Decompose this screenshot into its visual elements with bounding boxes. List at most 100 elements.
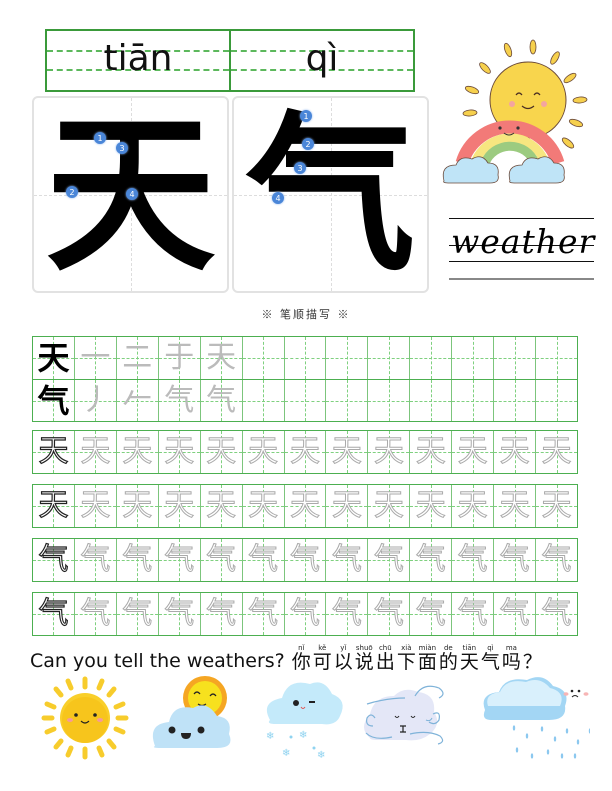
- grid-cell[interactable]: [283, 380, 326, 421]
- grid-cell[interactable]: 天: [283, 485, 326, 527]
- grid-cell[interactable]: 天: [409, 485, 452, 527]
- grid-character: 气: [415, 596, 446, 631]
- grid-cell[interactable]: 丿: [73, 380, 116, 421]
- snowy-icon: ❄ ❄ ❄ ❄: [266, 682, 343, 761]
- pinyin-header: tiān qì: [45, 29, 415, 92]
- grid-cell[interactable]: 天: [115, 431, 158, 473]
- grid-cell[interactable]: [325, 380, 368, 421]
- grid-cell[interactable]: 气: [115, 539, 158, 581]
- trace-row-qi: 气气气气气气气气气气气气气: [32, 592, 578, 636]
- grid-cell[interactable]: 气: [199, 539, 242, 581]
- ruby-word: nǐ 你: [292, 644, 311, 672]
- grid-cell[interactable]: 天: [451, 431, 494, 473]
- stroke-number-badge: 1: [94, 132, 106, 144]
- grid-cell[interactable]: [283, 337, 326, 379]
- grid-cell[interactable]: [241, 380, 284, 421]
- grid-cell[interactable]: 气: [493, 593, 536, 635]
- stroke-number-badge: 1: [300, 110, 312, 122]
- grid-cell[interactable]: 气: [325, 539, 368, 581]
- grid-cell[interactable]: 天: [409, 431, 452, 473]
- grid-cell[interactable]: 天: [367, 485, 410, 527]
- grid-cell[interactable]: 天: [493, 431, 536, 473]
- grid-cell[interactable]: 天: [33, 431, 74, 473]
- grid-cell[interactable]: 气: [33, 539, 74, 581]
- grid-cell[interactable]: 天: [367, 431, 410, 473]
- grid-cell[interactable]: [493, 337, 536, 379]
- grid-cell[interactable]: 一: [73, 337, 116, 379]
- grid-cell[interactable]: 天: [199, 431, 242, 473]
- grid-cell[interactable]: 气: [493, 539, 536, 581]
- grid-cell[interactable]: [325, 337, 368, 379]
- grid-cell[interactable]: [409, 337, 452, 379]
- chinese-character: 你: [291, 651, 311, 673]
- grid-cell[interactable]: 天: [241, 431, 284, 473]
- grid-cell[interactable]: 天: [115, 485, 158, 527]
- sun-rainbow-illustration: [442, 39, 588, 184]
- grid-cell[interactable]: [493, 380, 536, 421]
- grid-cell[interactable]: 气: [73, 593, 116, 635]
- grid-cell[interactable]: 天: [73, 485, 116, 527]
- stroke-number-badge: 4: [272, 192, 284, 204]
- grid-cell[interactable]: 天: [157, 431, 200, 473]
- chinese-character: 出: [375, 651, 395, 673]
- grid-cell[interactable]: 气: [535, 539, 577, 581]
- grid-cell[interactable]: 气: [241, 593, 284, 635]
- svg-text:❄: ❄: [266, 731, 274, 742]
- grid-cell[interactable]: 气: [409, 593, 452, 635]
- grid-cell[interactable]: 天: [325, 431, 368, 473]
- grid-character: 气: [541, 542, 572, 577]
- grid-cell[interactable]: [367, 337, 410, 379]
- grid-cell[interactable]: 天: [535, 431, 577, 473]
- grid-cell[interactable]: 𠂉: [115, 380, 158, 421]
- grid-cell[interactable]: 气: [451, 539, 494, 581]
- grid-character: 天: [541, 488, 572, 523]
- grid-cell[interactable]: [451, 337, 494, 379]
- grid-character: 天: [373, 434, 404, 469]
- grid-cell[interactable]: 气: [241, 539, 284, 581]
- grid-cell[interactable]: 天: [283, 431, 326, 473]
- grid-cell[interactable]: [409, 380, 452, 421]
- grid-cell[interactable]: [535, 380, 577, 421]
- ruby-word: xià 下: [397, 644, 416, 672]
- question-line: Can you tell the weathers? nǐ 你 kě 可 yǐ 以 shuō…: [30, 644, 543, 672]
- grid-cell[interactable]: 气: [33, 593, 74, 635]
- grid-cell[interactable]: 二: [115, 337, 158, 379]
- grid-cell[interactable]: 气: [199, 593, 242, 635]
- grid-cell[interactable]: 天: [451, 485, 494, 527]
- grid-cell[interactable]: 天: [325, 485, 368, 527]
- grid-cell[interactable]: 天: [199, 485, 242, 527]
- grid-cell[interactable]: 于: [157, 337, 200, 379]
- grid-cell[interactable]: 气: [73, 539, 116, 581]
- grid-cell[interactable]: 天: [33, 485, 74, 527]
- grid-cell[interactable]: [241, 337, 284, 379]
- grid-cell[interactable]: 气: [199, 380, 242, 421]
- chinese-character: 面: [417, 651, 437, 673]
- grid-cell[interactable]: 气: [157, 380, 200, 421]
- grid-cell[interactable]: 气: [283, 593, 326, 635]
- grid-cell[interactable]: [367, 380, 410, 421]
- grid-cell[interactable]: 气: [157, 539, 200, 581]
- grid-cell[interactable]: 气: [157, 593, 200, 635]
- grid-cell[interactable]: 天: [33, 337, 74, 379]
- grid-cell[interactable]: 气: [409, 539, 452, 581]
- grid-cell[interactable]: 天: [241, 485, 284, 527]
- grid-cell[interactable]: 气: [325, 593, 368, 635]
- grid-character: 天: [457, 488, 488, 523]
- grid-cell[interactable]: 天: [535, 485, 577, 527]
- grid-cell[interactable]: 气: [535, 593, 577, 635]
- grid-cell[interactable]: [535, 337, 577, 379]
- grid-character: 天: [206, 434, 237, 469]
- grid-cell[interactable]: 气: [33, 380, 74, 421]
- stroke-number-badge: 2: [66, 186, 78, 198]
- grid-cell[interactable]: 天: [493, 485, 536, 527]
- grid-cell[interactable]: 天: [199, 337, 242, 379]
- grid-cell[interactable]: [451, 380, 494, 421]
- grid-cell[interactable]: 天: [73, 431, 116, 473]
- grid-cell[interactable]: 气: [367, 539, 410, 581]
- grid-cell[interactable]: 气: [283, 539, 326, 581]
- grid-cell[interactable]: 气: [367, 593, 410, 635]
- grid-cell[interactable]: 天: [157, 485, 200, 527]
- grid-character: 天: [80, 488, 111, 523]
- grid-cell[interactable]: 气: [451, 593, 494, 635]
- grid-cell[interactable]: 气: [115, 593, 158, 635]
